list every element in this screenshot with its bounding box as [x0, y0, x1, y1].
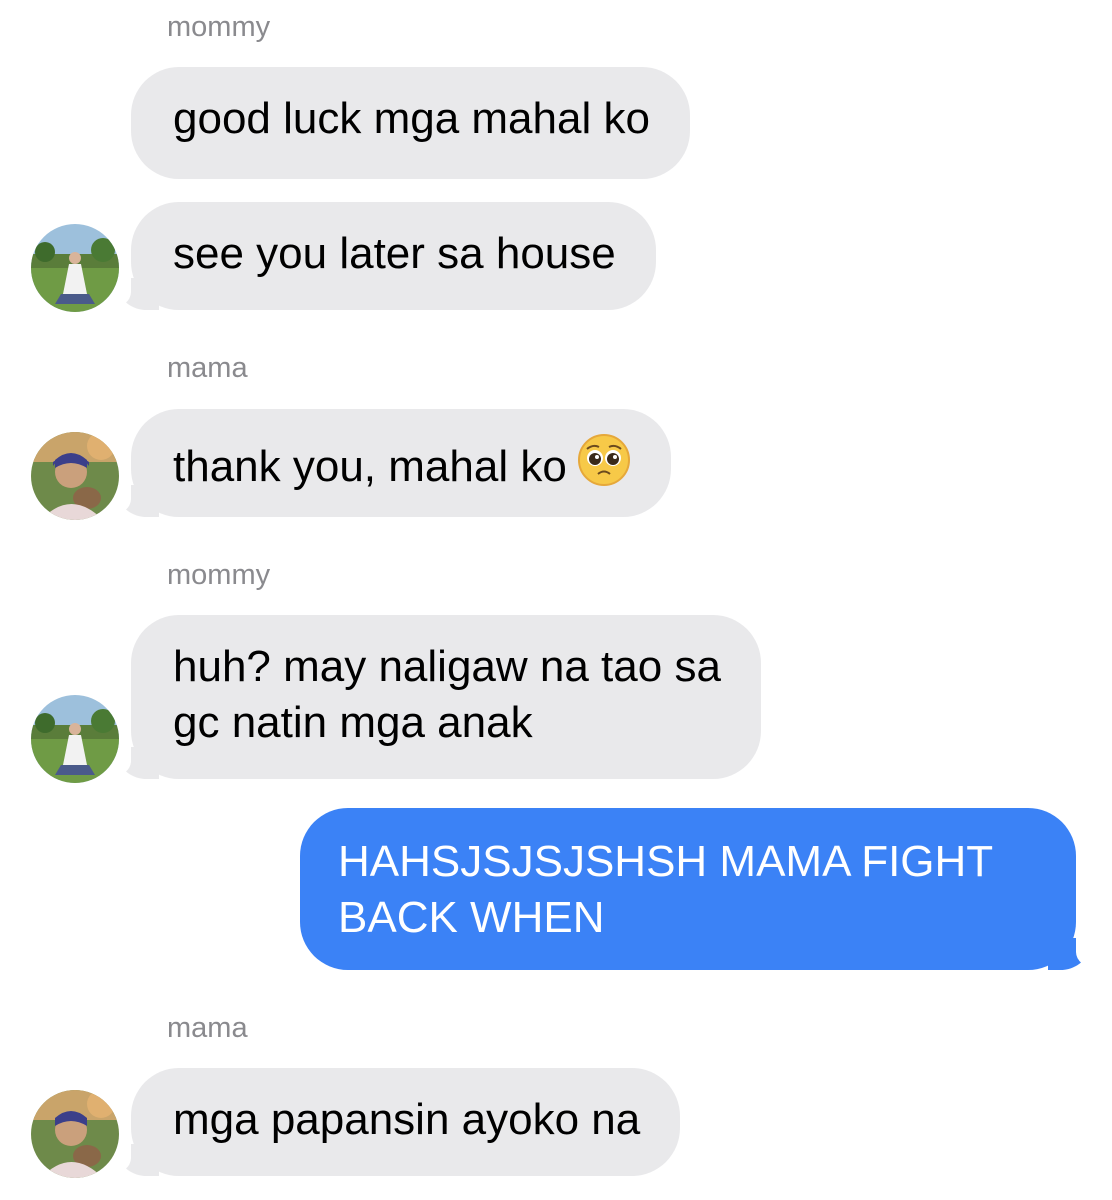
outgoing-message-bubble[interactable]: HAHSJSJSJSHSH MAMA FIGHT BACK WHEN [300, 808, 1088, 970]
bubble-tail [119, 1144, 159, 1176]
incoming-message-bubble[interactable]: see you later sa house [119, 202, 656, 310]
message-text-line: BACK WHEN [338, 893, 605, 942]
mommy-avatar[interactable] [31, 695, 119, 783]
incoming-message-bubble[interactable]: good luck mga mahal ko [131, 67, 690, 179]
sender-name: mommy [167, 559, 271, 591]
sender-name: mama [167, 1012, 248, 1044]
mama-avatar-photo-icon [31, 432, 119, 520]
mommy-avatar[interactable] [31, 224, 119, 312]
message-text-line: gc natin mga anak [173, 698, 533, 747]
incoming-message-bubble[interactable]: huh? may naligaw na tao sa gc natin mga … [119, 615, 761, 779]
bubble-tail [119, 485, 159, 517]
incoming-message-bubble[interactable]: mga papansin ayoko na [119, 1068, 681, 1176]
message-thread: mommy good luck mga mahal ko see you lat… [0, 0, 1112, 1200]
mommy-avatar-photo-icon [31, 695, 119, 783]
mommy-avatar-photo-icon [31, 224, 119, 312]
message-text: thank you, mahal ko [173, 442, 567, 491]
message-text-line: huh? may naligaw na tao sa [173, 642, 721, 691]
mama-avatar[interactable] [31, 432, 119, 520]
mama-avatar-photo-icon [31, 1090, 119, 1178]
bubble-tail [119, 747, 159, 779]
mama-avatar[interactable] [31, 1090, 119, 1178]
sender-name: mama [167, 352, 248, 384]
message-text: mga papansin ayoko na [173, 1095, 641, 1144]
message-text: good luck mga mahal ko [173, 94, 650, 143]
message-text: see you later sa house [173, 229, 616, 278]
sender-name: mommy [167, 11, 271, 43]
bubble-tail [1048, 938, 1088, 970]
bubble-tail [119, 278, 159, 310]
pleading-face-emoji-icon [577, 434, 630, 486]
incoming-message-bubble[interactable]: thank you, mahal ko [119, 409, 671, 517]
message-text-line: HAHSJSJSJSHSH MAMA FIGHT [338, 837, 994, 886]
